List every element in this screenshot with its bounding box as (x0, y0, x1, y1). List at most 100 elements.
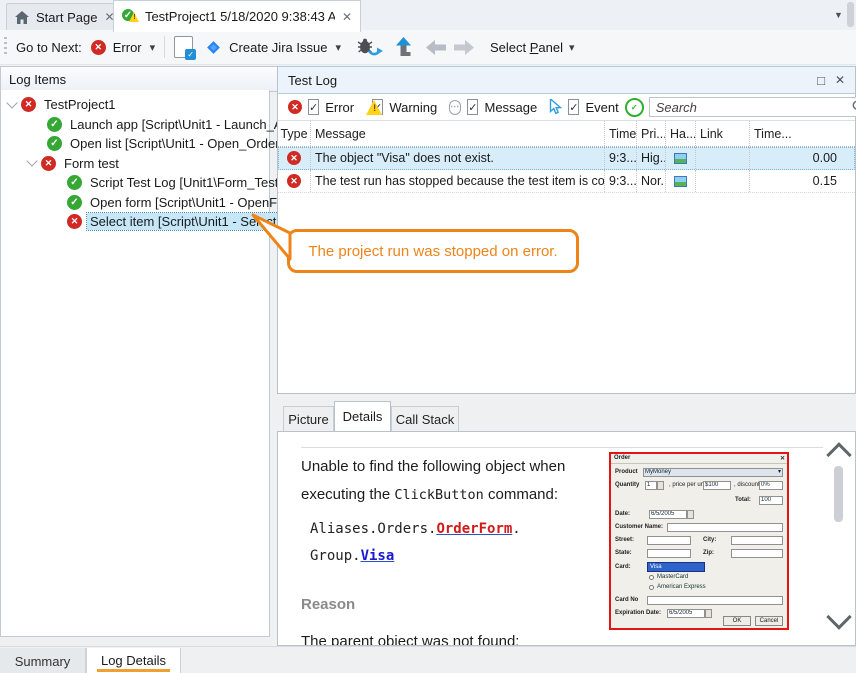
column-header-time-total[interactable]: Time... (750, 121, 855, 146)
mini-label: American Express (657, 584, 706, 590)
tree-item-launch-app[interactable]: Launch app [Script\Unit1 - Launch_App] (1, 115, 269, 135)
column-header-message[interactable]: Message (311, 121, 605, 146)
maximize-icon[interactable] (817, 73, 825, 88)
mini-spinner (657, 481, 664, 490)
forward-arrow-icon[interactable] (454, 40, 474, 55)
back-arrow-icon[interactable] (426, 40, 446, 55)
close-icon[interactable] (835, 74, 845, 86)
command-name: ClickButton (394, 487, 483, 503)
mini-label: State: (615, 550, 632, 556)
create-jira-issue-button[interactable]: Create Jira Issue (229, 40, 327, 55)
column-header-time[interactable]: Time (605, 121, 637, 146)
mini-ok-button: OK (723, 616, 751, 626)
search-input[interactable] (649, 97, 856, 117)
mini-label: Zip: (703, 550, 714, 556)
picture-icon (674, 176, 687, 187)
tab-summary[interactable]: Summary (0, 648, 86, 673)
up-one-level-icon[interactable] (394, 37, 413, 57)
mini-radio-icon (649, 585, 654, 590)
tab-details[interactable]: Details (334, 401, 391, 431)
tab-picture[interactable]: Picture (283, 406, 334, 431)
scroll-down-icon[interactable] (826, 604, 851, 629)
search-box (649, 97, 856, 117)
mini-total-field: 100 (759, 496, 783, 505)
tab-log-details[interactable]: Log Details (86, 648, 181, 673)
column-header-link[interactable]: Link (696, 121, 750, 146)
go-to-next-label: Go to Next: (16, 40, 82, 55)
log-row-visa-error[interactable]: The object "Visa" does not exist. 9:3...… (278, 147, 855, 170)
scrollbar-thumb[interactable] (834, 466, 843, 522)
jira-icon (206, 40, 221, 55)
row-message: The test run has stopped because the tes… (311, 170, 605, 192)
row-time: 9:3... (605, 170, 637, 192)
log-row-stopped-error[interactable]: The test run has stopped because the tes… (278, 170, 855, 193)
chevron-down-icon[interactable] (150, 38, 156, 56)
success-circle-icon (67, 175, 82, 190)
event-cursor-icon (549, 99, 562, 115)
message-bubble-icon (449, 100, 461, 115)
column-header-has-picture[interactable]: Ha... (666, 121, 696, 146)
tab-overflow-chevron-icon[interactable] (834, 9, 843, 21)
go-to-next-error-button[interactable]: Error (113, 40, 142, 55)
mini-radio-icon (649, 575, 654, 580)
message-filter-checkbox[interactable] (467, 99, 478, 115)
column-header-type[interactable]: Type (278, 121, 311, 146)
callout-bubble: The project run was stopped on error. (287, 229, 579, 273)
log-items-tree: TestProject1 Launch app [Script\Unit1 - … (0, 90, 270, 637)
error-circle-icon (67, 214, 82, 229)
tree-item-select-item[interactable]: Select item [Script\Unit1 - SelectItem] (1, 212, 269, 232)
chevron-down-icon[interactable] (335, 38, 341, 56)
table-header-row: Type Message Time Pri... Ha... Link Time… (278, 121, 855, 147)
toolbar-grip-handle[interactable] (4, 37, 7, 57)
tab-start-page[interactable]: Start Page (6, 3, 128, 30)
tab-call-stack[interactable]: Call Stack (391, 406, 459, 431)
test-log-panel-header: Test Log (278, 66, 855, 94)
visa-link[interactable]: Visa (361, 548, 395, 564)
search-icon[interactable] (852, 100, 856, 113)
mini-date-field: 6/5/2005 (649, 510, 687, 519)
close-icon[interactable] (342, 11, 352, 23)
column-header-priority[interactable]: Pri... (637, 121, 666, 146)
orderform-link[interactable]: OrderForm (436, 521, 512, 537)
home-icon (15, 11, 29, 24)
tree-item-form-test[interactable]: Form test (1, 154, 269, 174)
rerun-test-icon[interactable] (357, 38, 383, 57)
row-priority: Hig... (637, 147, 666, 169)
mini-zip-field (731, 549, 783, 558)
tabstrip-scroll-handle[interactable] (847, 2, 854, 27)
mini-label: Card: (615, 564, 631, 570)
row-time: 9:3... (605, 147, 637, 169)
send-to-task-list-button[interactable] (174, 36, 193, 58)
chevron-down-icon[interactable] (569, 38, 575, 56)
tab-label: TestProject1 5/18/2020 9:38:43 A... (145, 9, 335, 24)
mini-label: Quantity (615, 482, 639, 488)
tree-item-script-test-log[interactable]: Script Test Log [Unit1\Form_Test] (1, 173, 269, 193)
toolbar-separator (164, 36, 165, 58)
event-filter-checkbox[interactable] (568, 99, 579, 115)
expand-chevron-icon[interactable] (26, 156, 37, 167)
error-screenshot-thumbnail[interactable]: Order Product MyMoney▾ Quantity 1 , pric… (609, 452, 789, 630)
error-circle-icon (41, 156, 56, 171)
select-panel-button[interactable]: Select Panel (490, 40, 563, 55)
mini-product-select: MyMoney▾ (643, 468, 783, 477)
filter-label: Error (325, 100, 354, 115)
mini-label: Street: (615, 537, 634, 543)
tree-item-open-form[interactable]: Open form [Script\Unit1 - OpenForm] (1, 193, 269, 213)
tab-project-log[interactable]: ! TestProject1 5/18/2020 9:38:43 A... (113, 0, 361, 32)
mini-label: Total: (735, 497, 751, 503)
scroll-up-icon[interactable] (826, 442, 851, 467)
error-circle-icon (287, 151, 301, 165)
callout-tail (240, 204, 306, 270)
filter-label: Event (585, 100, 618, 115)
expand-chevron-icon[interactable] (6, 97, 17, 108)
error-filter-checkbox[interactable] (308, 99, 319, 115)
error-circle-icon (21, 97, 36, 112)
details-message: Unable to find the following object when… (301, 453, 596, 646)
bottom-tabbar: Summary Log Details (0, 646, 856, 673)
mini-spinner (687, 510, 694, 519)
tree-item-testproject1[interactable]: TestProject1 (1, 95, 269, 115)
details-pane: Unable to find the following object when… (277, 431, 856, 646)
checkpoint-filter-icon[interactable] (625, 98, 644, 117)
mini-label: Expiration Date: (615, 610, 661, 616)
tree-item-open-list[interactable]: Open list [Script\Unit1 - Open_Order_Lis… (1, 134, 269, 154)
